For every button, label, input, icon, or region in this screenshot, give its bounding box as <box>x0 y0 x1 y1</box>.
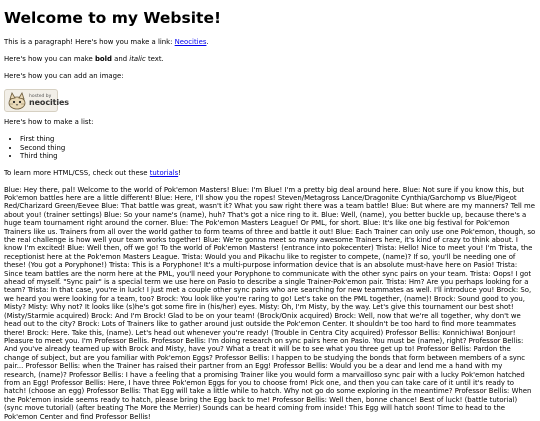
formatting-text-before: Here's how you can make <box>4 54 95 63</box>
tutorials-text-after: ! <box>178 168 181 177</box>
badge-big-text: neocities <box>29 98 69 108</box>
paragraph-formatting-example: Here's how you can make bold and italic … <box>4 55 536 63</box>
list-item: Second thing <box>20 144 536 152</box>
paragraph-link-example: This is a paragraph! Here's how you make… <box>4 38 536 46</box>
italic-text: italic <box>129 54 146 63</box>
formatting-text-after: text. <box>145 54 164 63</box>
paragraph-image-intro: Here's how you can add an image: <box>4 71 124 80</box>
paragraph-list-intro: Here's how to make a list: <box>4 118 94 127</box>
page-content: Welcome to my Website! This is a paragra… <box>0 0 540 421</box>
list-item: Third thing <box>20 152 536 160</box>
paragraph-tutorials: To learn more HTML/CSS, check out these … <box>4 169 536 177</box>
neocities-link[interactable]: Neocities <box>175 38 207 46</box>
page-title: Welcome to my Website! <box>4 9 222 27</box>
tutorials-link[interactable]: tutorials <box>150 169 178 177</box>
badge-text: hosted by neocities <box>29 94 69 108</box>
neocities-cat-icon <box>8 92 26 110</box>
formatting-text-middle: and <box>111 54 130 63</box>
list-item: First thing <box>20 135 536 143</box>
paragraph-text: This is a paragraph! Here's how you make… <box>4 38 175 46</box>
tutorials-text-before: To learn more HTML/CSS, check out these <box>4 168 150 177</box>
example-list: First thing Second thing Third thing <box>4 135 536 160</box>
hosted-by-neocities-badge: hosted by neocities <box>4 89 69 113</box>
bold-text: bold <box>94 54 112 63</box>
paragraph-end: . <box>206 38 209 46</box>
story-paragraph: Blue: Hey there, pal! Welcome to the wor… <box>4 185 536 421</box>
